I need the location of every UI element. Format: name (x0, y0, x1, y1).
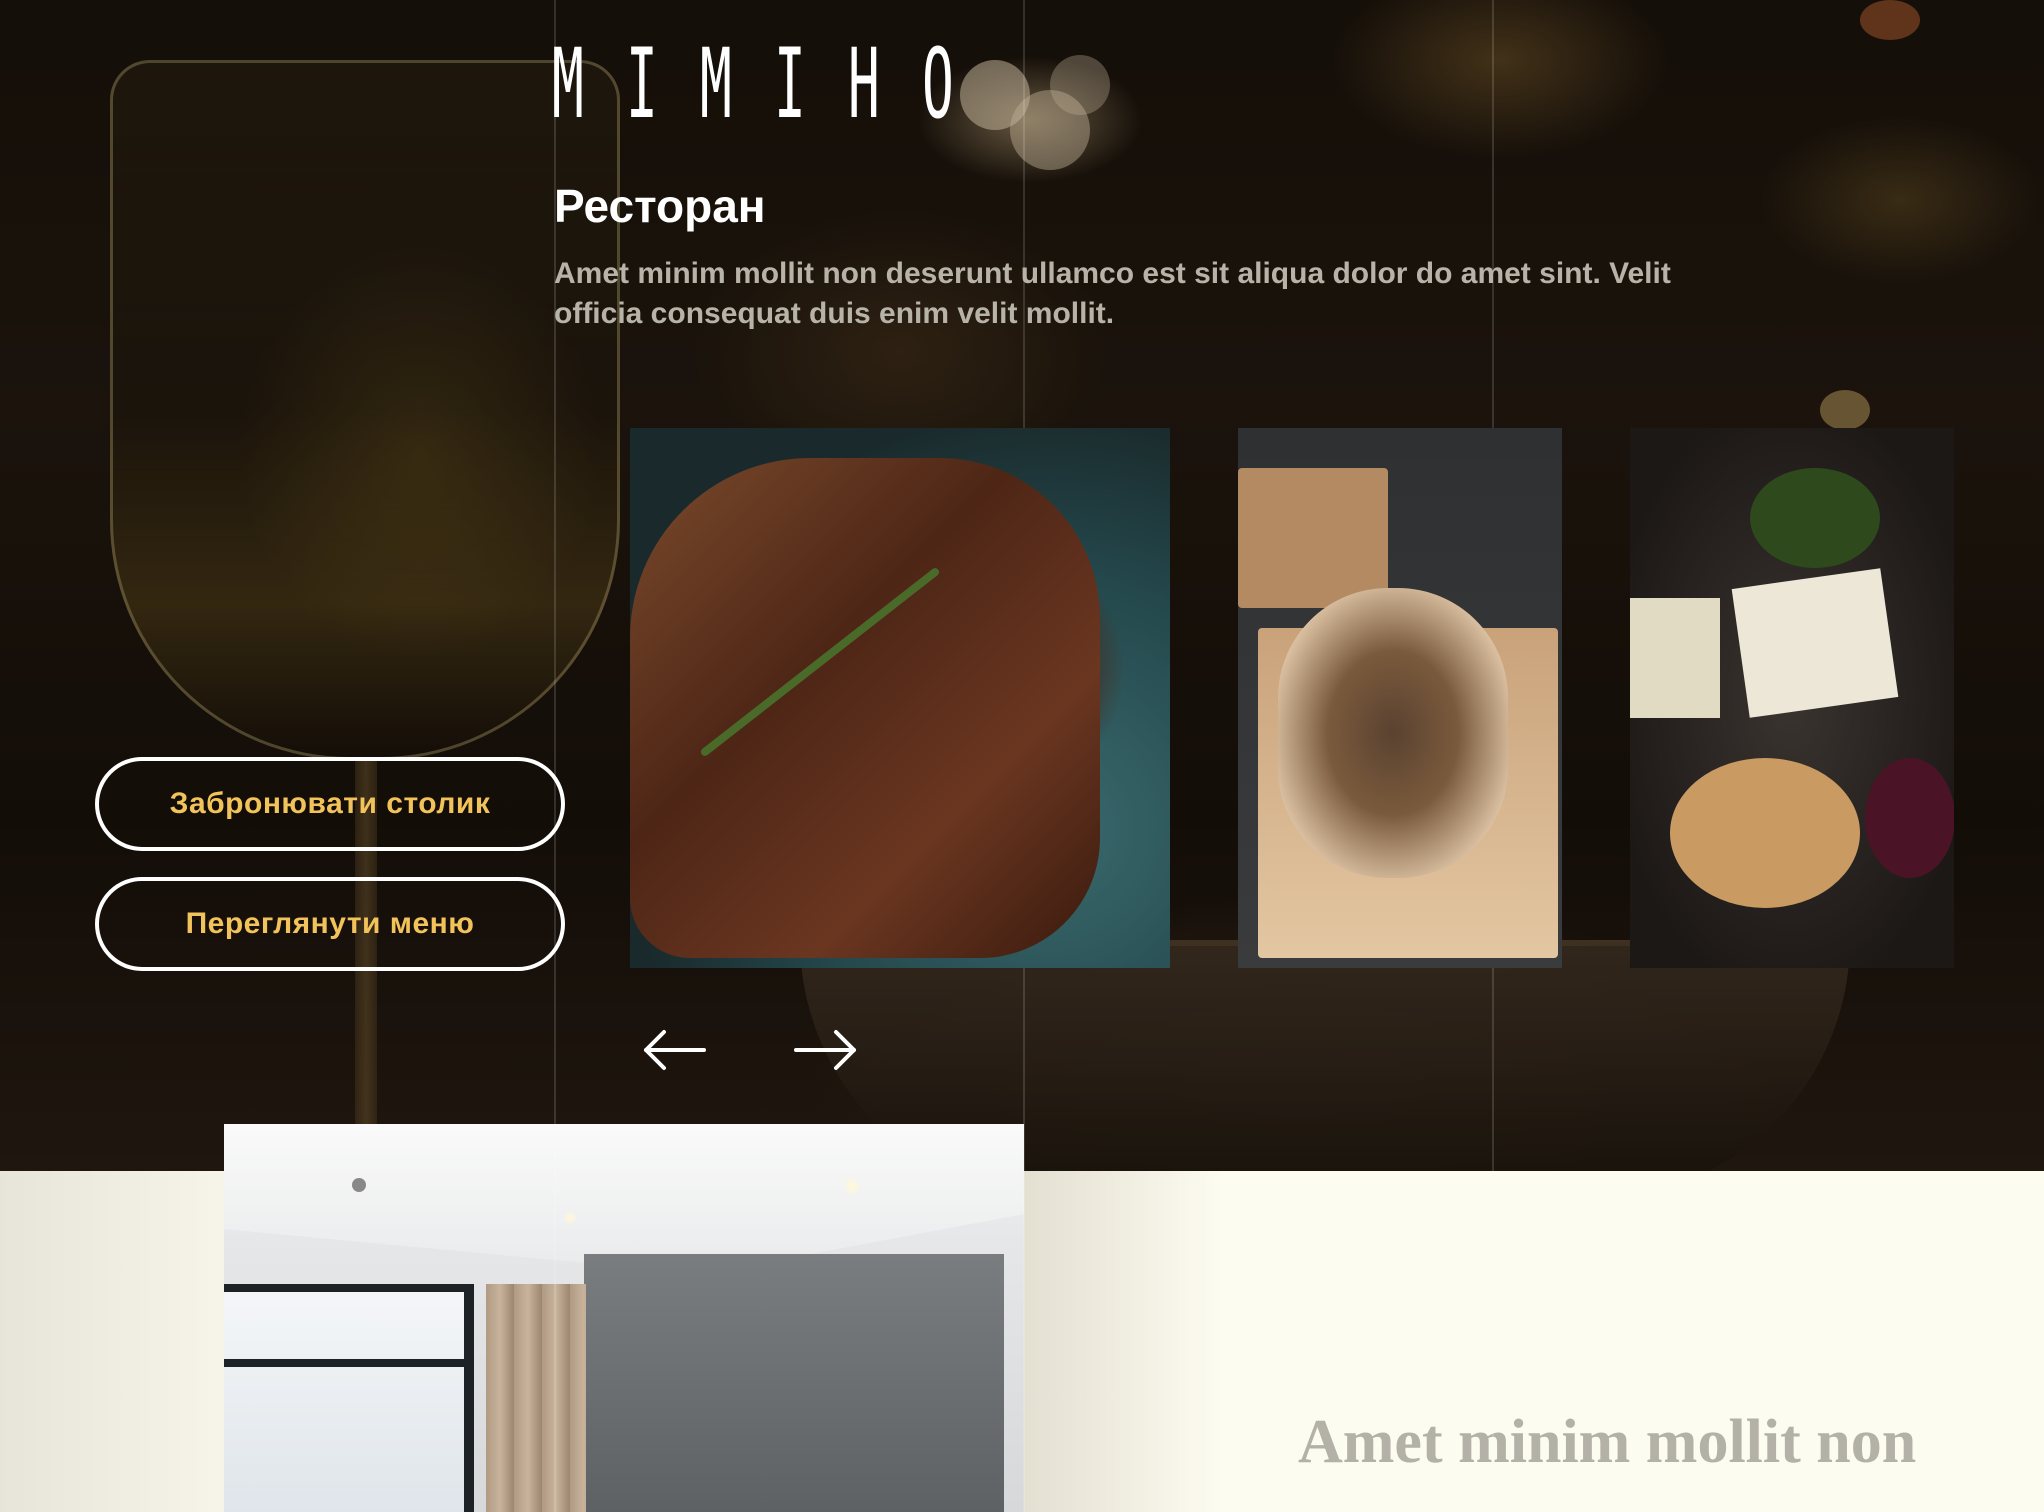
smoke-detector (352, 1178, 366, 1192)
hero-description: Amet minim mollit non deserunt ullamco e… (554, 257, 1671, 330)
arrow-left-icon[interactable] (640, 1024, 710, 1076)
steak-photo[interactable] (630, 428, 1170, 968)
room-window (224, 1284, 474, 1512)
section-heading: Amet minim mollit non (1298, 1408, 1917, 1476)
logo-letter: H (848, 28, 880, 140)
herb-salad (1750, 468, 1880, 568)
hotel-room-photo (224, 1124, 1024, 1512)
cheese-plate-photo[interactable] (1630, 428, 1954, 968)
page-title: Ресторан (554, 180, 766, 232)
cheese-slice (1731, 568, 1899, 718)
serving-board (1238, 468, 1388, 608)
logo-letter: M (552, 28, 584, 140)
fried-patty (1670, 758, 1860, 908)
grilled-flatbread (1278, 588, 1508, 878)
logo-letter: M (700, 28, 732, 140)
section-shadow (1024, 1171, 1224, 1512)
steak (630, 458, 1100, 958)
beet-salad (1865, 758, 1954, 878)
ceiling-light (844, 1178, 860, 1194)
view-menu-button[interactable]: Переглянути меню (95, 877, 565, 971)
logo-letter: I (774, 28, 806, 140)
ceiling-light (564, 1212, 576, 1224)
logo-letter: I (626, 28, 658, 140)
brand-logo[interactable]: M I M I H O (552, 34, 972, 134)
book-table-button[interactable]: Забронювати столик (95, 757, 565, 851)
logo-letter: O (922, 28, 954, 140)
arrow-right-icon[interactable] (790, 1024, 860, 1076)
grilled-flatbread-photo[interactable] (1238, 428, 1562, 968)
room-ceiling (224, 1124, 1024, 1274)
room-curtain (486, 1284, 586, 1512)
cheese-slice (1630, 598, 1720, 718)
room-wall (584, 1254, 1004, 1512)
room-window-frame (224, 1359, 474, 1367)
